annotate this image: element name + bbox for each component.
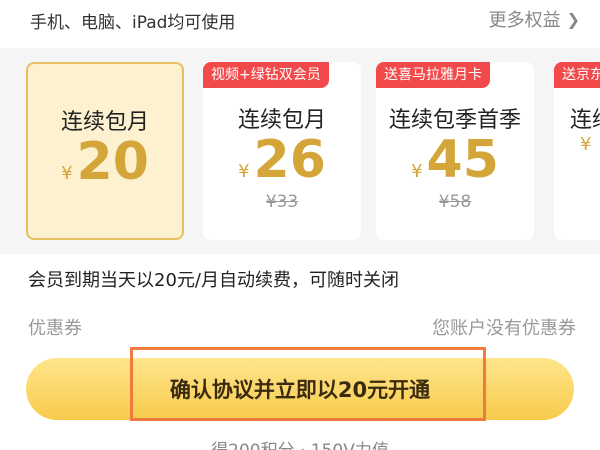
plan-card-monthly-selected[interactable]: 连续包月 ¥ 20: [26, 62, 184, 240]
plan-card-partial[interactable]: 送京东 连续 ¥: [554, 62, 600, 240]
more-benefits-link[interactable]: 更多权益 ❯: [489, 6, 580, 32]
more-benefits-label: 更多权益: [488, 10, 561, 31]
plan-badge: 视频+绿钻双会员: [203, 62, 329, 88]
plan-card-quarterly[interactable]: 送喜马拉雅月卡 连续包季首季 ¥ 45 ¥58: [376, 62, 534, 240]
plan-list: 连续包月 ¥ 20 视频+绿钻双会员 连续包月 ¥ 26 ¥33 送喜马拉雅月卡…: [0, 48, 600, 254]
currency-symbol: ¥: [238, 161, 250, 182]
original-price: ¥33: [265, 192, 299, 212]
coupon-row[interactable]: 优惠券 您账户没有优惠券: [28, 314, 576, 340]
plan-title: 连续: [570, 108, 600, 133]
plan-badge: 送喜马拉雅月卡: [376, 62, 490, 88]
plan-price: ¥ 26: [203, 134, 361, 186]
plan-price: ¥: [580, 134, 600, 155]
price-value: 45: [426, 130, 499, 190]
currency-symbol: ¥: [61, 163, 73, 184]
price-value: 26: [253, 130, 326, 190]
plan-price: ¥ 20: [28, 136, 182, 188]
coupon-label: 优惠券: [28, 318, 82, 339]
coupon-value: 您账户没有优惠券: [432, 318, 576, 339]
device-support-note: 手机、电脑、iPad均可使用: [30, 13, 236, 33]
plan-card-monthly-dual[interactable]: 视频+绿钻双会员 连续包月 ¥ 26 ¥33: [203, 62, 361, 240]
confirm-subscribe-button[interactable]: 确认协议并立即以20元开通: [26, 358, 574, 420]
currency-symbol: ¥: [411, 161, 423, 182]
plan-price: ¥ 45: [376, 134, 534, 186]
currency-symbol: ¥: [580, 134, 592, 155]
price-value: 20: [76, 132, 149, 192]
auto-renew-note: 会员到期当天以20元/月自动续费，可随时关闭: [28, 270, 399, 291]
chevron-right-icon: ❯: [566, 9, 580, 29]
reward-note: 得200积分 · 150V力值: [0, 436, 600, 450]
original-price: ¥58: [438, 192, 472, 212]
plan-badge: 送京东: [554, 62, 600, 88]
